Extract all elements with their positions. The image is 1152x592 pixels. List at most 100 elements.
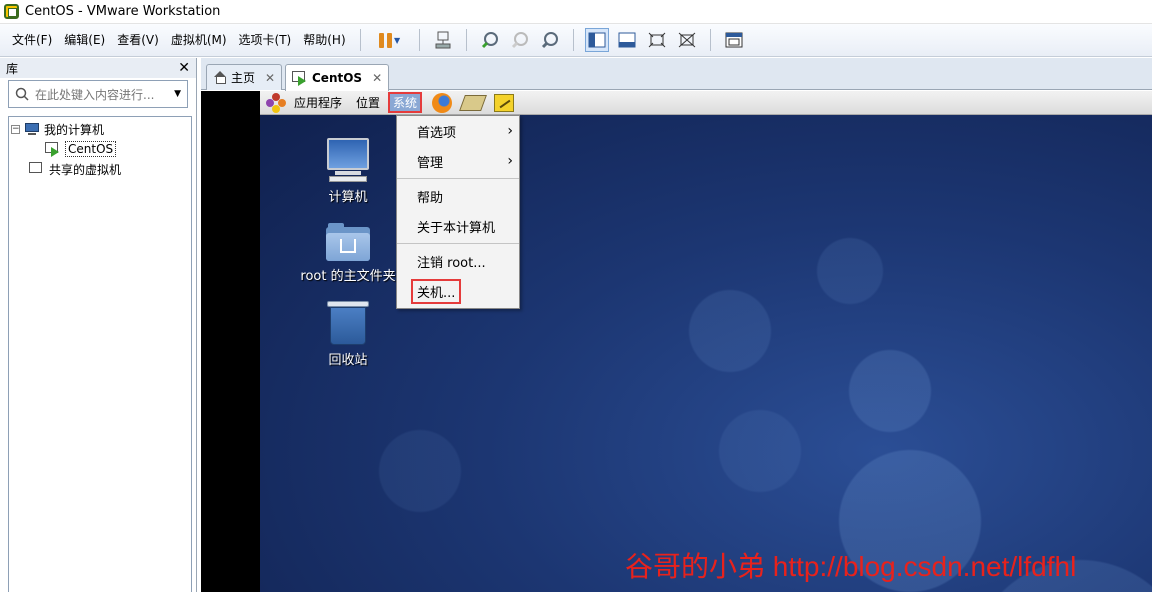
desktop-icon-label: 回收站 bbox=[328, 353, 368, 368]
guest-menu-system[interactable]: 系统 bbox=[388, 92, 423, 113]
toolbar-separator bbox=[572, 29, 574, 51]
home-icon bbox=[213, 71, 227, 84]
library-panel: 库 ✕ 在此处键入内容进行... ▼ − 我的计算机 CentOS 共享的虚拟机 bbox=[0, 58, 197, 592]
gnome-foot-icon bbox=[266, 92, 286, 113]
menu-item-label: 首选项 bbox=[417, 125, 457, 141]
toolbar-separator bbox=[709, 29, 711, 51]
menu-toolbar: 文件(F) 编辑(E) 查看(V) 虚拟机(M) 选项卡(T) 帮助(H) ▼ bbox=[0, 24, 1152, 57]
menu-vm[interactable]: 虚拟机(M) bbox=[165, 29, 233, 51]
tab-centos[interactable]: CentOS ✕ bbox=[285, 64, 390, 91]
thumbnail-bar-button[interactable] bbox=[615, 28, 639, 52]
close-icon[interactable]: ✕ bbox=[372, 71, 382, 85]
menu-item-shutdown[interactable]: 关机... bbox=[397, 276, 519, 306]
guest-menu-places[interactable]: 位置 bbox=[356, 94, 380, 111]
guest-top-panel: 应用程序 位置 系统 bbox=[260, 91, 1152, 115]
snapshot-button[interactable] bbox=[478, 28, 502, 52]
search-placeholder: 在此处键入内容进行... bbox=[35, 87, 155, 102]
mail-icon[interactable] bbox=[459, 94, 487, 111]
network-icon bbox=[435, 31, 451, 49]
menu-item-preferences[interactable]: 首选项 › bbox=[397, 116, 519, 146]
tab-home[interactable]: 主页 ✕ bbox=[206, 64, 283, 90]
computer-icon bbox=[325, 138, 371, 182]
fullscreen-icon bbox=[648, 32, 665, 48]
snapshot-manager-button[interactable] bbox=[538, 28, 562, 52]
menu-item-help[interactable]: 帮助 bbox=[397, 181, 519, 211]
system-dropdown-menu: 首选项 › 管理 › 帮助 关于本计算机 注销 root... 关机... bbox=[396, 115, 520, 309]
chevron-down-icon[interactable]: ▼ bbox=[174, 89, 181, 99]
menu-edit[interactable]: 编辑(E) bbox=[58, 29, 111, 51]
menu-item-label: 关机... bbox=[411, 278, 462, 304]
menu-item-label: 管理 bbox=[417, 155, 444, 171]
library-tree: − 我的计算机 CentOS 共享的虚拟机 bbox=[8, 116, 192, 592]
toolbar-separator bbox=[359, 29, 361, 51]
tree-item-label: 共享的虚拟机 bbox=[49, 162, 122, 177]
tab-label: 主页 bbox=[231, 71, 256, 85]
search-icon bbox=[15, 87, 29, 101]
trash-icon bbox=[327, 301, 369, 345]
show-library-button[interactable] bbox=[584, 28, 609, 52]
menu-item-about[interactable]: 关于本计算机 bbox=[397, 211, 519, 241]
close-icon[interactable]: ✕ bbox=[178, 60, 190, 76]
tab-label: CentOS bbox=[312, 71, 363, 85]
menu-file[interactable]: 文件(F) bbox=[6, 29, 58, 51]
collapse-icon[interactable]: − bbox=[11, 124, 20, 134]
menu-separator bbox=[397, 243, 519, 244]
desktop-icon-trash[interactable]: 回收站 bbox=[293, 301, 403, 368]
vm-display-border bbox=[201, 91, 260, 592]
computer-icon bbox=[24, 122, 40, 136]
close-icon[interactable]: ✕ bbox=[265, 71, 275, 85]
library-view-icon bbox=[588, 32, 606, 48]
unity-icon bbox=[678, 32, 695, 48]
pause-icon bbox=[379, 32, 393, 48]
snapshot-manager-icon bbox=[541, 32, 558, 49]
fullscreen-button[interactable] bbox=[645, 28, 669, 52]
menu-view[interactable]: 查看(V) bbox=[111, 29, 165, 51]
menu-item-logout[interactable]: 注销 root... bbox=[397, 246, 519, 276]
firefox-icon[interactable] bbox=[432, 92, 453, 113]
library-search-input[interactable]: 在此处键入内容进行... ▼ bbox=[8, 80, 188, 108]
tree-item-shared-vms[interactable]: 共享的虚拟机 bbox=[9, 159, 191, 179]
vmware-logo-icon bbox=[4, 4, 19, 19]
desktop-icon-computer[interactable]: 计算机 bbox=[293, 138, 403, 205]
tab-strip: 主页 ✕ CentOS ✕ bbox=[201, 58, 1152, 91]
snapshot-take-icon bbox=[481, 32, 498, 49]
watermark: 谷哥的小弟 http://blog.csdn.net/lfdfhl bbox=[625, 551, 1077, 582]
shared-vm-icon bbox=[29, 162, 45, 176]
menu-item-label: 帮助 bbox=[417, 190, 444, 206]
chevron-right-icon: › bbox=[507, 153, 513, 169]
vm-play-icon bbox=[292, 71, 308, 86]
menu-tabs[interactable]: 选项卡(T) bbox=[233, 29, 298, 51]
library-title: 库 bbox=[6, 61, 19, 76]
desktop-icon-label: 计算机 bbox=[328, 190, 368, 205]
toolbar-separator bbox=[418, 29, 420, 51]
home-folder-icon bbox=[326, 223, 370, 261]
snapshot-revert-icon bbox=[511, 32, 528, 49]
tree-item-my-computer[interactable]: − 我的计算机 bbox=[9, 119, 191, 139]
console-view-icon bbox=[725, 32, 743, 48]
menu-item-label: 注销 root... bbox=[417, 255, 486, 271]
send-ctrl-alt-del-button[interactable] bbox=[431, 28, 455, 52]
menu-help[interactable]: 帮助(H) bbox=[297, 29, 351, 51]
window-title: CentOS - VMware Workstation bbox=[25, 4, 221, 19]
chevron-right-icon: › bbox=[507, 123, 513, 139]
desktop-icon-label: root 的主文件夹 bbox=[300, 269, 396, 284]
console-view-button[interactable] bbox=[722, 28, 746, 52]
desktop-icon-home[interactable]: root 的主文件夹 bbox=[293, 223, 403, 284]
toolbar-separator bbox=[465, 29, 467, 51]
tree-item-label: 我的计算机 bbox=[44, 122, 105, 137]
guest-menu-applications[interactable]: 应用程序 bbox=[294, 94, 342, 111]
menu-separator bbox=[397, 178, 519, 179]
tree-item-label: CentOS bbox=[65, 141, 117, 157]
pause-button[interactable]: ▼ bbox=[372, 28, 408, 52]
snapshot-revert-button[interactable] bbox=[508, 28, 532, 52]
title-bar: CentOS - VMware Workstation bbox=[0, 0, 1152, 24]
thumbnail-view-icon bbox=[618, 32, 636, 48]
library-header: 库 ✕ bbox=[0, 58, 196, 78]
note-icon[interactable] bbox=[494, 93, 515, 112]
tree-item-centos[interactable]: CentOS bbox=[9, 139, 191, 159]
menu-item-label: 关于本计算机 bbox=[417, 220, 496, 236]
vm-console[interactable]: 应用程序 位置 系统 计算机 root 的主文件夹 回收站 首选项 › 管理 ›… bbox=[260, 91, 1152, 592]
chevron-down-icon[interactable]: ▼ bbox=[394, 36, 400, 45]
unity-button[interactable] bbox=[675, 28, 699, 52]
menu-item-administration[interactable]: 管理 › bbox=[397, 146, 519, 176]
